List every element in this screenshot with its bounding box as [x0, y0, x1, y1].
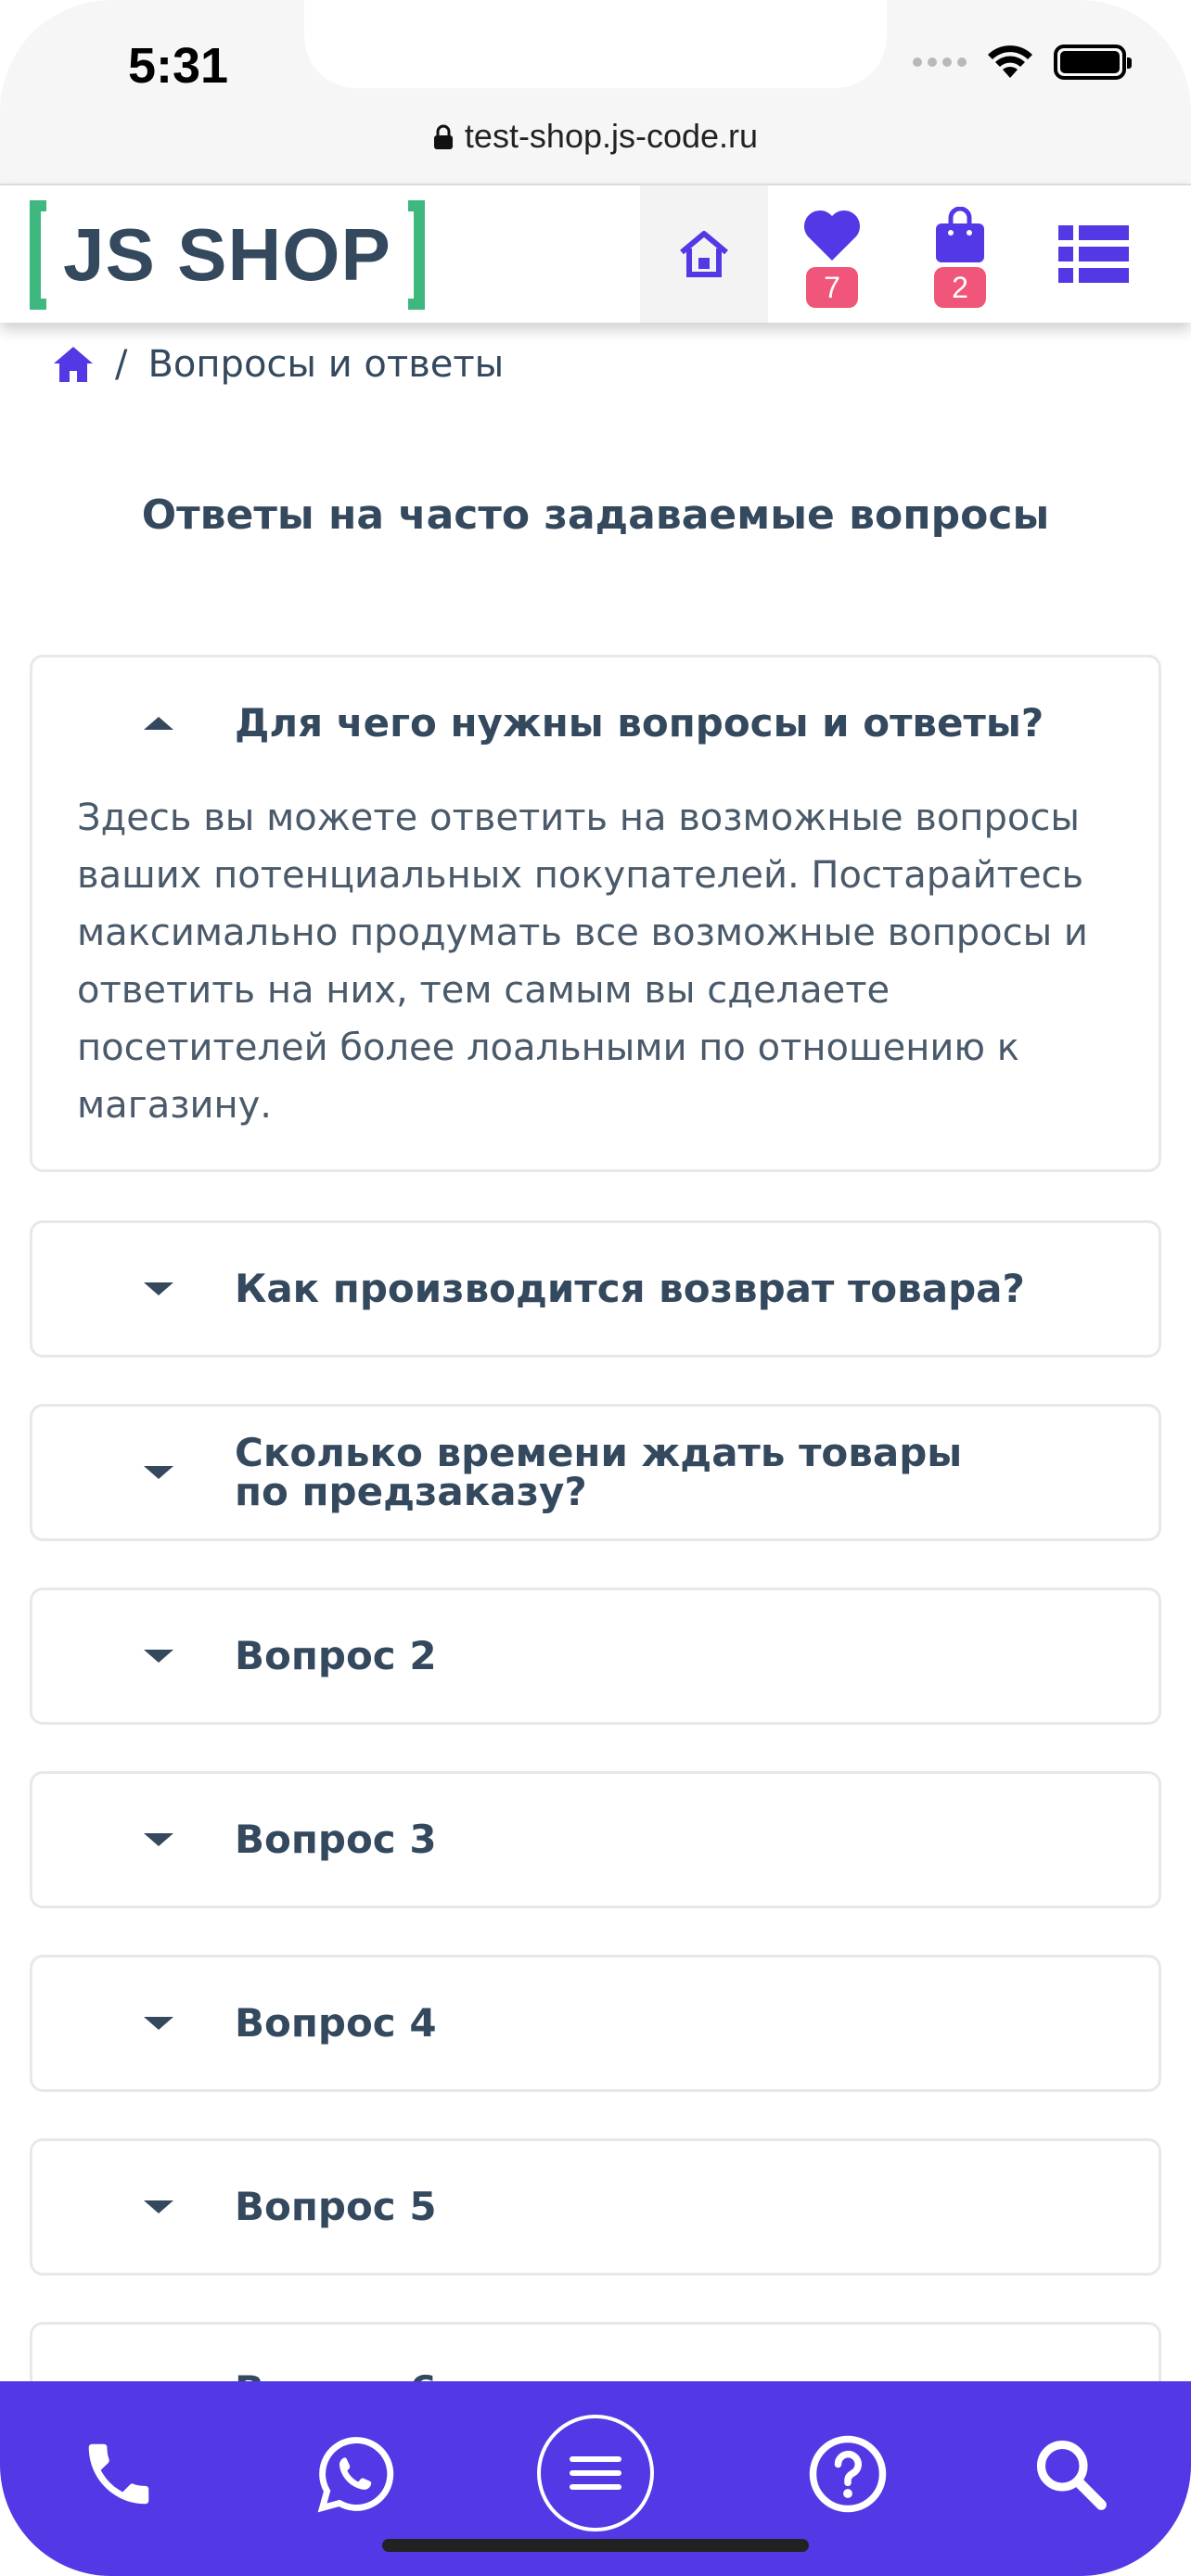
- faq-question[interactable]: Как производится возврат товара?: [32, 1223, 1159, 1355]
- faq-item[interactable]: Вопрос 4: [30, 1955, 1161, 2092]
- whatsapp-icon: [317, 2437, 394, 2513]
- faq-item[interactable]: Вопрос 3: [30, 1771, 1161, 1908]
- breadcrumb-current: Вопросы и ответы: [147, 343, 505, 386]
- faq-question-text: Как производится возврат товара?: [235, 1266, 1025, 1311]
- chevron-down-icon: [144, 1833, 173, 1846]
- site-header: JS SHOP 7 2: [0, 184, 1191, 323]
- home-icon: [680, 231, 728, 277]
- chevron-down-icon: [144, 1466, 173, 1479]
- chevron-down-icon: [144, 1282, 173, 1295]
- cart-button[interactable]: 2: [896, 185, 1024, 323]
- logo-text: JS SHOP: [63, 213, 391, 296]
- faq-question-text: Вопрос 2: [235, 1633, 437, 1678]
- call-button[interactable]: [54, 2409, 184, 2539]
- help-icon: [809, 2435, 887, 2513]
- faq-question-text: Вопрос 4: [235, 2000, 437, 2046]
- chevron-down-icon: [144, 1650, 173, 1663]
- signal-icon: [913, 57, 967, 67]
- status-time: 5:31: [128, 38, 229, 94]
- faq-item[interactable]: Сколько времени ждать товары по предзака…: [30, 1404, 1161, 1541]
- faq-question[interactable]: Вопрос 4: [32, 1958, 1159, 2089]
- faq-question-text: Для чего нужны вопросы и ответы?: [235, 700, 1044, 746]
- whatsapp-button[interactable]: [291, 2409, 421, 2539]
- list-icon: [1058, 225, 1129, 283]
- home-icon[interactable]: [52, 345, 95, 384]
- logo-bracket-left: [30, 200, 46, 310]
- wifi-icon: [988, 45, 1032, 78]
- breadcrumb-separator: /: [115, 343, 128, 386]
- faq-question[interactable]: Вопрос 5: [32, 2141, 1159, 2273]
- menu-icon: [570, 2456, 621, 2490]
- heart-icon: [803, 210, 861, 261]
- page-title: Ответы на часто задаваемые вопросы: [141, 491, 1050, 539]
- faq-question[interactable]: Сколько времени ждать товары по предзака…: [32, 1407, 1159, 1538]
- logo[interactable]: JS SHOP: [30, 198, 425, 312]
- faq-question[interactable]: Вопрос 3: [32, 1774, 1159, 1906]
- faq-answer: Здесь вы можете ответить на возможные во…: [77, 797, 1088, 1127]
- faq-item[interactable]: Для чего нужны вопросы и ответы? Здесь в…: [30, 655, 1161, 1172]
- status-icons: [913, 45, 1132, 80]
- url-text: test-shop.js-code.ru: [464, 117, 759, 155]
- phone-icon: [88, 2443, 149, 2505]
- chevron-down-icon: [144, 2017, 173, 2030]
- home-indicator[interactable]: [382, 2539, 809, 2552]
- faq-item[interactable]: Как производится возврат товара?: [30, 1220, 1161, 1358]
- faq-question-text: Сколько времени ждать товары по предзака…: [235, 1430, 963, 1514]
- cart-count-badge: 2: [934, 267, 986, 308]
- faq-question[interactable]: Для чего нужны вопросы и ответы?: [32, 657, 1159, 789]
- breadcrumb: / Вопросы и ответы: [52, 343, 504, 386]
- favorites-count-badge: 7: [806, 267, 858, 308]
- address-bar[interactable]: test-shop.js-code.ru: [0, 117, 1191, 156]
- faq-question-text: Вопрос 5: [235, 2184, 437, 2229]
- faq-question-text: Вопрос 3: [235, 1817, 437, 1862]
- chevron-up-icon: [144, 717, 173, 730]
- chevron-down-icon: [144, 2200, 173, 2213]
- favorites-button[interactable]: 7: [768, 185, 896, 323]
- faq-item[interactable]: Вопрос 2: [30, 1588, 1161, 1725]
- notch: [304, 0, 887, 88]
- faq-item[interactable]: Вопрос 5: [30, 2138, 1161, 2276]
- status-bar: 5:31 test-shop.js-code.ru: [0, 0, 1191, 184]
- home-nav-button[interactable]: [640, 185, 768, 323]
- search-button[interactable]: [1005, 2409, 1135, 2539]
- faq-question[interactable]: Вопрос 2: [32, 1590, 1159, 1722]
- catalog-button[interactable]: [1030, 185, 1158, 323]
- battery-icon: [1054, 45, 1132, 80]
- logo-bracket-right: [407, 200, 425, 310]
- menu-button[interactable]: [537, 2415, 654, 2531]
- lock-icon: [433, 124, 453, 149]
- search-icon: [1036, 2440, 1107, 2510]
- help-button[interactable]: [783, 2409, 913, 2539]
- shopping-bag-icon: [936, 207, 984, 262]
